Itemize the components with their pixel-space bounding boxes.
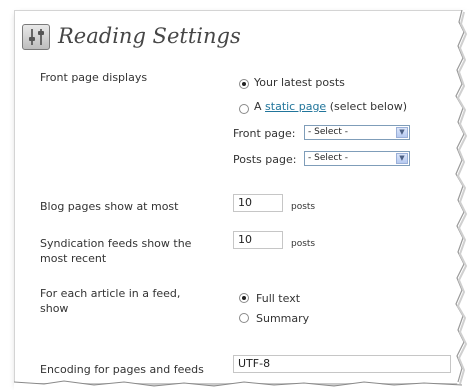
posts-page-select-label: Posts page: xyxy=(233,153,297,166)
torn-edge-bottom xyxy=(14,380,462,390)
syndication-label-line1: Syndication feeds show the xyxy=(40,237,192,250)
syndication-input[interactable]: 10 xyxy=(233,231,283,249)
encoding-label: Encoding for pages and feeds xyxy=(40,363,204,376)
feed-article-label-line1: For each article in a feed, xyxy=(40,287,181,300)
blog-pages-input[interactable]: 10 xyxy=(233,194,283,212)
feed-article-label-line2: show xyxy=(40,302,69,315)
chevron-down-icon: ▼ xyxy=(396,127,408,138)
posts-page-select[interactable]: - Select - ▼ xyxy=(304,151,410,166)
summary-label: Summary xyxy=(256,312,310,325)
static-page-option: A static page (select below) xyxy=(254,100,407,113)
front-page-displays-label: Front page displays xyxy=(40,71,148,84)
page-title: Reading Settings xyxy=(58,24,241,48)
blog-pages-label: Blog pages show at most xyxy=(40,200,179,213)
encoding-input[interactable]: UTF-8 xyxy=(233,355,451,373)
static-page-radio[interactable] xyxy=(239,104,249,114)
static-page-link[interactable]: static page xyxy=(265,100,326,113)
syndication-unit: posts xyxy=(291,239,316,249)
blog-pages-unit: posts xyxy=(291,202,316,212)
torn-edge-right xyxy=(454,10,475,390)
front-page-select-label: Front page: xyxy=(233,127,296,140)
settings-sliders-icon xyxy=(22,24,50,50)
full-text-label: Full text xyxy=(256,292,301,305)
full-text-radio[interactable] xyxy=(239,293,249,303)
latest-posts-label: Your latest posts xyxy=(254,76,345,89)
latest-posts-radio[interactable] xyxy=(239,79,249,89)
chevron-down-icon: ▼ xyxy=(396,153,408,164)
summary-radio[interactable] xyxy=(239,313,249,323)
syndication-label-line2: most recent xyxy=(40,252,107,265)
front-page-select[interactable]: - Select - ▼ xyxy=(304,125,410,140)
